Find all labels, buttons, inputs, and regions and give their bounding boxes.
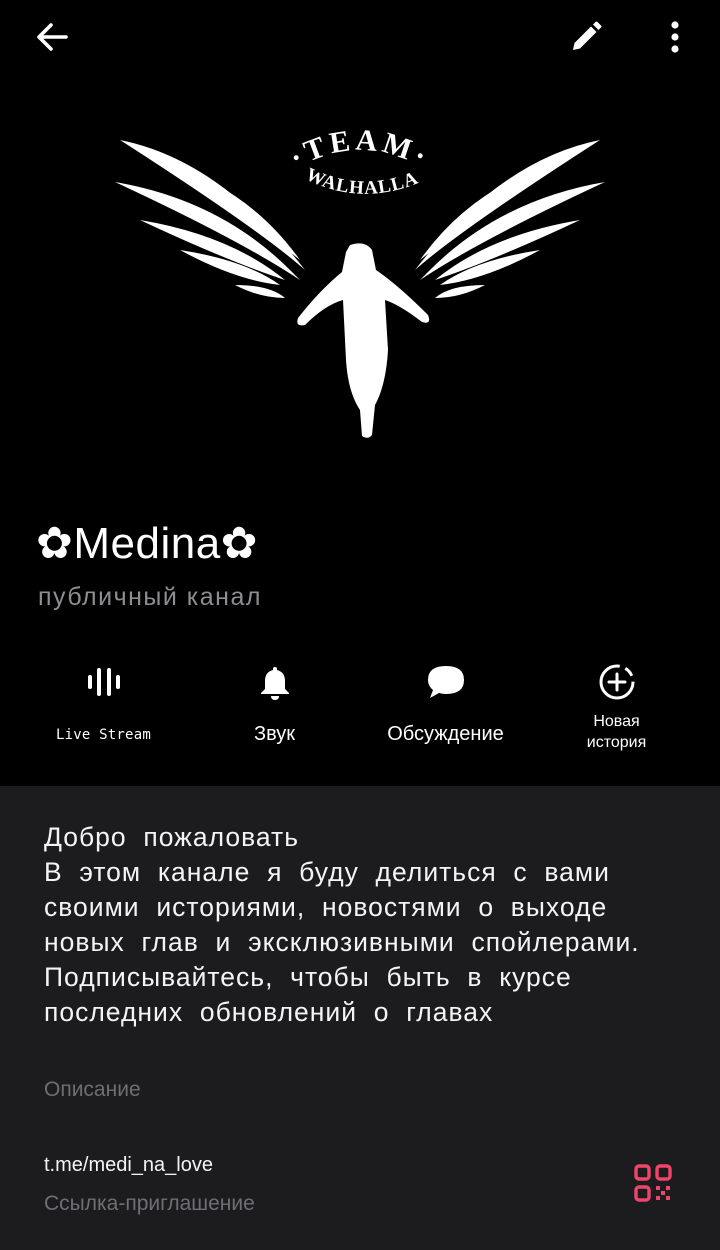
new-story-label: Новая история	[587, 711, 646, 753]
chat-bubble-icon	[427, 666, 464, 698]
sound-label: Звук	[253, 723, 295, 745]
qr-code-icon	[634, 1164, 672, 1202]
back-button[interactable]	[22, 14, 82, 60]
more-vertical-icon	[671, 21, 679, 53]
bell-icon	[260, 667, 289, 700]
discussion-label: Обсуждение	[387, 723, 504, 745]
invite-link[interactable]: t.me/medi_na_love	[44, 1154, 213, 1177]
pencil-icon	[573, 21, 602, 50]
description-text: Добро пожаловать В этом канале я буду де…	[44, 822, 640, 1027]
svg-text:WALHALLA: WALHALLA	[303, 164, 422, 199]
logo-text-top: TEAM	[299, 123, 419, 168]
add-story-icon	[599, 664, 634, 700]
channel-info-panel: Добро пожаловать В этом канале я буду де…	[0, 786, 720, 1250]
sound-button[interactable]: Звук	[189, 655, 360, 765]
new-story-label-line2: история	[586, 734, 647, 751]
channel-actions: Live Stream Звук Обсуждение Новая истори…	[18, 655, 702, 765]
winged-figure-logo: ·TEAM· WALHALLA	[115, 123, 605, 438]
new-story-label-line1: Новая	[593, 713, 640, 730]
channel-header: ·TEAM· WALHALLA ✿Medina✿ публичный канал…	[0, 0, 720, 786]
live-stream-button[interactable]: Live Stream	[18, 655, 189, 765]
channel-avatar-logo: ·TEAM· WALHALLA	[110, 120, 610, 450]
channel-type: публичный канал	[38, 583, 262, 611]
new-story-button[interactable]: Новая история	[531, 655, 702, 765]
live-bars-icon	[87, 668, 120, 696]
channel-name: ✿Medina✿	[36, 519, 259, 568]
more-options-button[interactable]	[652, 14, 698, 60]
arrow-left-icon	[37, 23, 68, 51]
discussion-button[interactable]: Обсуждение	[360, 655, 531, 765]
qr-code-button[interactable]	[630, 1160, 676, 1206]
description-caption: Описание	[44, 1078, 141, 1101]
edit-button[interactable]	[560, 14, 612, 60]
live-stream-label: Live Stream	[56, 727, 151, 743]
channel-description[interactable]: Добро пожаловать В этом канале я буду де…	[44, 820, 654, 1030]
invite-link-caption: Ссылка-приглашение	[44, 1192, 255, 1215]
logo-text-bottom: WALHALLA	[303, 164, 421, 199]
svg-text:·TEAM·: ·TEAM·	[284, 123, 436, 174]
